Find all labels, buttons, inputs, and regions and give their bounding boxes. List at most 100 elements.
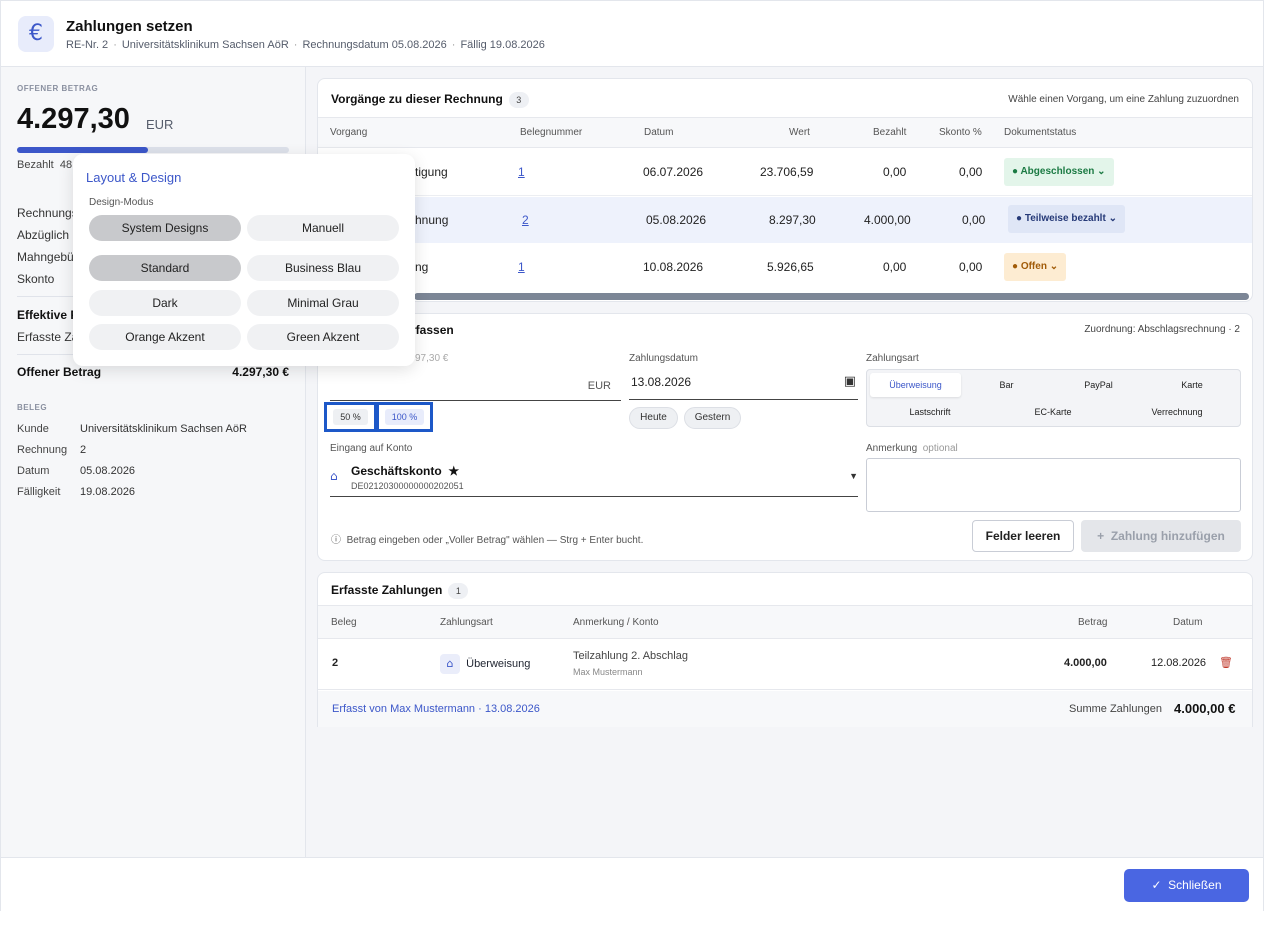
- payment-amount: 4.000,00: [1064, 657, 1107, 669]
- col-wert: Wert: [789, 127, 810, 138]
- mode-system-designs[interactable]: System Designs: [89, 215, 241, 241]
- account-label: Eingang auf Konto: [330, 443, 413, 454]
- bank-icon: ⌂: [440, 654, 460, 674]
- amount-input[interactable]: EUR: [330, 369, 621, 401]
- col-status: Dokumentstatus: [1004, 127, 1077, 138]
- row-skonto: 0,00: [962, 213, 986, 227]
- chevron-down-icon: ⌄: [1097, 166, 1106, 177]
- transactions-hint: Wähle einen Vorgang, um eine Zahlung zuz…: [1008, 94, 1239, 105]
- row-beleg-link[interactable]: 2: [522, 213, 529, 227]
- amount-currency: EUR: [587, 380, 611, 392]
- col-datum: Datum: [644, 127, 674, 138]
- info-hint: ⓘ Betrag eingeben oder „Voller Betrag" w…: [331, 535, 644, 546]
- dialog-footer: ✓ Schließen: [1, 857, 1263, 911]
- invoice-number: RE-Nr. 2: [66, 39, 109, 51]
- payment-progress-bar: [17, 147, 289, 153]
- design-mode-label: Design-Modus: [89, 197, 154, 208]
- yesterday-chip[interactable]: Gestern: [684, 407, 741, 429]
- payment-progress-fill: [17, 147, 148, 153]
- dialog-title: Zahlungen setzen: [66, 18, 193, 35]
- euro-icon: €: [18, 16, 54, 52]
- method-label: Zahlungsart: [866, 353, 919, 364]
- mode-manuell[interactable]: Manuell: [247, 215, 399, 241]
- dialog: € Zahlungen setzen RE-Nr. 2 · Universitäts…: [0, 0, 1264, 911]
- col-skonto: Skonto %: [939, 127, 982, 138]
- row-wert: 8.297,30: [769, 213, 816, 227]
- col-anmerkung: Anmerkung / Konto: [573, 617, 659, 628]
- account-select[interactable]: ⌂ Geschäftskonto ★ DE0212030000000020205…: [330, 459, 858, 497]
- row-vorgang: ng: [415, 260, 429, 274]
- table-row[interactable]: hnung 2 05.08.2026 8.297,30 4.000,00 0,0…: [318, 197, 1252, 243]
- layout-design-popup: Layout & Design Design-Modus System Desi…: [73, 154, 415, 366]
- sum-label: Summe Zahlungen: [1069, 703, 1162, 715]
- method-lastschrift[interactable]: Lastschrift: [870, 407, 990, 417]
- col-belegnummer: Belegnummer: [520, 127, 583, 138]
- assignment-info: Zuordnung: Abschlagsrechnung · 2: [1084, 324, 1240, 335]
- captured-payments-card: Erfasste Zahlungen 1 Beleg Zahlungsart An…: [317, 572, 1253, 727]
- account-iban: DE02120300000000202051: [351, 481, 464, 491]
- open-amount-caption: OFFENER BETRAG: [17, 84, 99, 93]
- col-vorgang: Vorgang: [330, 127, 368, 138]
- status-dropdown[interactable]: ● Offen ⌄: [1004, 253, 1067, 281]
- method-bar[interactable]: Bar: [961, 380, 1052, 390]
- table-row[interactable]: tigung 1 06.07.2026 23.706,59 0,00 0,00 …: [318, 149, 1252, 196]
- beleg-customer: Kunde Universitätsklinikum Sachsen AöR: [17, 423, 247, 435]
- row-vorgang: hnung: [415, 213, 449, 227]
- captured-count: 1: [448, 583, 469, 599]
- row-beleg-link[interactable]: 1: [518, 165, 525, 179]
- beleg-caption: BELEG: [17, 403, 48, 412]
- calendar-icon[interactable]: ▣: [844, 374, 856, 389]
- today-chip[interactable]: Heute: [629, 407, 678, 429]
- open-total-row: Offener Betrag 4.297,30 €: [17, 365, 289, 379]
- clear-fields-button[interactable]: Felder leeren: [972, 520, 1074, 552]
- row-datum: 10.08.2026: [643, 260, 704, 274]
- row-beleg-link[interactable]: 1: [518, 260, 525, 274]
- popup-title: Layout & Design: [86, 170, 182, 185]
- payment-date: 12.08.2026: [1151, 657, 1207, 669]
- transactions-title: Vorgänge zu dieser Rechnung 3: [331, 92, 529, 108]
- date-field[interactable]: 13.08.2026 ▣: [629, 369, 858, 400]
- table-row[interactable]: ng 1 10.08.2026 5.926,65 0,00 0,00 ● Off…: [318, 244, 1252, 291]
- info-icon: ⓘ: [331, 535, 341, 546]
- table-row: 2 ⌂ Überweisung Teilzahlung 2. Abschlag …: [318, 640, 1252, 690]
- open-amount-currency: EUR: [146, 117, 174, 132]
- theme-dark[interactable]: Dark: [89, 290, 241, 316]
- payment-user: Max Mustermann: [573, 667, 643, 677]
- date-label: Zahlungsdatum: [629, 353, 698, 364]
- table-header: Beleg Zahlungsart Anmerkung / Konto Betr…: [318, 605, 1252, 639]
- status-dropdown[interactable]: ● Abgeschlossen ⌄: [1004, 158, 1114, 186]
- col-betrag: Betrag: [1078, 617, 1108, 628]
- account-name: Geschäftskonto ★: [351, 464, 460, 478]
- method-paypal[interactable]: PayPal: [1053, 380, 1144, 390]
- method-verrechnung[interactable]: Verrechnung: [1115, 407, 1239, 417]
- trash-icon[interactable]: 🗑: [1219, 656, 1233, 669]
- dialog-header: € Zahlungen setzen RE-Nr. 2 · Universitäts…: [1, 1, 1263, 67]
- check-icon: ✓: [1151, 878, 1162, 892]
- payment-entry-title: rfassen: [411, 323, 454, 337]
- method-ueberweisung[interactable]: Überweisung: [870, 380, 961, 390]
- method-karte[interactable]: Karte: [1145, 380, 1239, 390]
- captured-by: Erfasst von Max Mustermann · 13.08.2026: [332, 703, 540, 715]
- pct-100-button[interactable]: 100 %: [376, 402, 433, 432]
- col-bezahlt: Bezahlt: [873, 127, 907, 138]
- note-textarea[interactable]: [866, 458, 1241, 512]
- method-ec-karte[interactable]: EC-Karte: [992, 407, 1114, 417]
- row-vorgang: tigung: [415, 165, 448, 179]
- invoice-date: Rechnungsdatum 05.08.2026: [302, 39, 447, 51]
- horizontal-scrollbar[interactable]: [414, 293, 1249, 300]
- theme-orange-akzent[interactable]: Orange Akzent: [89, 324, 241, 350]
- beleg-date: Datum 05.08.2026: [17, 465, 136, 477]
- theme-minimal-grau[interactable]: Minimal Grau: [247, 290, 399, 316]
- close-button[interactable]: ✓ Schließen: [1124, 869, 1249, 902]
- add-payment-button[interactable]: + Zahlung hinzufügen: [1081, 520, 1241, 552]
- beleg-invoice: Rechnung 2: [17, 444, 87, 456]
- theme-standard[interactable]: Standard: [89, 255, 241, 281]
- theme-business-blau[interactable]: Business Blau: [247, 255, 399, 281]
- dropdown-arrow-icon: ▼: [849, 471, 858, 481]
- pct-50-button[interactable]: 50 %: [324, 402, 377, 432]
- status-dropdown[interactable]: ● Teilweise bezahlt ⌄: [1008, 205, 1125, 233]
- payment-method-selector: Überweisung Bar PayPal Karte Lastschrift…: [866, 369, 1241, 427]
- bank-icon: ⌂: [330, 469, 338, 483]
- theme-green-akzent[interactable]: Green Akzent: [247, 324, 399, 350]
- row-bezahlt: 4.000,00: [864, 213, 911, 227]
